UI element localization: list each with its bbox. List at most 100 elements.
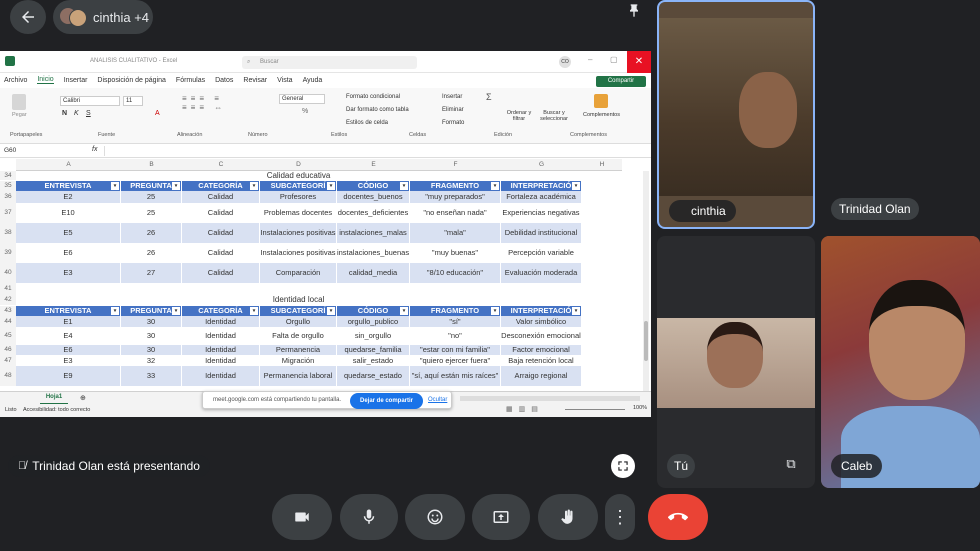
pin-button[interactable] [622,0,646,22]
addins-button[interactable]: Complementos [583,112,620,118]
table-cell[interactable]: quedarse_familia [337,345,409,355]
table-cell[interactable]: instalaciones_malas [337,223,409,243]
table-cell[interactable]: Arraigo regional [501,366,581,386]
row-number[interactable]: 44 [0,316,16,327]
autosum-icon[interactable]: Σ [486,92,492,102]
row-number[interactable]: 41 [0,283,16,294]
table-header-cell[interactable]: CÓDIGO ▾ [337,306,409,316]
camera-button[interactable] [272,494,332,540]
participants-chip[interactable]: cinthia +4 [53,0,153,34]
table-cell[interactable]: "muy preparados" [410,191,500,203]
table-cell[interactable]: E6 [16,345,120,355]
table-cell[interactable]: Orgullo [260,316,336,327]
column-header[interactable]: D [260,159,337,171]
menu-3[interactable]: Insertar [64,77,88,84]
filter-dropdown-icon[interactable]: ▾ [250,307,258,315]
zoom-slider[interactable] [565,409,625,410]
column-header[interactable]: F [410,159,501,171]
delete-cells-button[interactable]: Eliminar [442,107,464,113]
row-number[interactable]: 42 [0,294,16,305]
column-header[interactable]: B [121,159,182,171]
table-cell[interactable]: E5 [16,223,120,243]
filter-dropdown-icon[interactable]: ▾ [400,182,408,190]
table-cell[interactable]: "8/10 educación" [410,263,500,283]
participant-tile[interactable]: cinthia [657,0,815,229]
table-cell[interactable]: "estar con mi familia" [410,345,500,355]
filter-dropdown-icon[interactable]: ▾ [250,182,258,190]
row-number[interactable]: 34 [0,171,16,180]
table-cell[interactable]: docentes_deficientes [337,203,409,223]
align-icons[interactable]: ≡≡≡ ≡ ≡≡≡ ⇔ [182,94,262,124]
table-cell[interactable]: Falta de orgullo [260,327,336,345]
table-cell[interactable]: 30 [121,316,181,327]
table-cell[interactable]: E3 [16,355,120,366]
row-number[interactable]: 40 [0,263,16,283]
row-number[interactable]: 47 [0,355,16,366]
fullscreen-button[interactable] [611,454,635,478]
table-cell[interactable]: 30 [121,345,181,355]
italic-button[interactable]: K [74,110,79,117]
formula-input[interactable] [104,146,644,156]
table-cell[interactable]: "no enseñan nada" [410,203,500,223]
user-avatar[interactable]: CO [559,56,571,68]
menu-1[interactable]: Archivo [4,77,27,84]
row-number[interactable]: 43 [0,306,16,316]
table-cell[interactable]: Instalaciones positivas [260,223,336,243]
table-cell[interactable]: Problemas docentes [260,203,336,223]
filter-dropdown-icon[interactable]: ▾ [572,182,580,190]
table-cell[interactable]: Migración [260,355,336,366]
table-cell[interactable]: Calidad [182,203,259,223]
row-number[interactable]: 45 [0,327,16,345]
table-cell[interactable]: 27 [121,263,181,283]
menu-6[interactable]: Datos [215,77,233,84]
table-cell[interactable]: Identidad [182,345,259,355]
maximize-icon[interactable]: ▢ [610,55,618,64]
font-size-select[interactable]: 11 [123,96,143,106]
number-format-select[interactable]: General [279,94,325,104]
table-cell[interactable]: "muy buenas" [410,243,500,263]
filter-dropdown-icon[interactable]: ▾ [327,307,335,315]
table-header-cell[interactable]: CATEGORÍA ▾ [182,181,259,191]
table-cell[interactable]: Permanencia laboral [260,366,336,386]
sheet-tab[interactable]: Hoja1 [40,394,68,404]
table-cell[interactable]: Baja retención local [501,355,581,366]
table-cell[interactable]: Identidad [182,316,259,327]
filter-dropdown-icon[interactable]: ▾ [111,182,119,190]
table-header-cell[interactable]: PREGUNTA ▾ [121,181,181,191]
table-cell[interactable]: E2 [16,191,120,203]
microphone-button[interactable] [340,494,398,540]
table-header-cell[interactable]: CÓDIGO ▾ [337,181,409,191]
table-cell[interactable]: "sí" [410,316,500,327]
table-cell[interactable]: 33 [121,366,181,386]
table-cell[interactable]: E9 [16,366,120,386]
table-header-cell[interactable]: FRAGMENTO ▾ [410,306,500,316]
row-number[interactable]: 48 [0,366,16,386]
table-cell[interactable]: Valor simbólico [501,316,581,327]
table-cell[interactable]: 26 [121,243,181,263]
table-cell[interactable]: 30 [121,327,181,345]
filter-dropdown-icon[interactable]: ▾ [491,182,499,190]
minimize-icon[interactable]: – [588,55,592,64]
table-cell[interactable]: E6 [16,243,120,263]
back-button[interactable] [10,0,46,34]
format-as-table-button[interactable]: Dar formato como tabla [346,107,409,113]
menu-5[interactable]: Fórmulas [176,77,205,84]
share-button[interactable]: Compartir [596,76,646,87]
filter-dropdown-icon[interactable]: ▾ [327,182,335,190]
font-color-icon[interactable]: A [155,110,160,117]
sort-filter-button[interactable]: Ordenar y filtrar [506,110,532,122]
table-cell[interactable]: Calidad [182,263,259,283]
effects-button[interactable]: ⧉ [781,456,801,476]
column-header[interactable]: H [582,159,622,171]
table-cell[interactable]: Factor emocional [501,345,581,355]
participant-tile[interactable]: Caleb [821,236,980,488]
table-cell[interactable]: E3 [16,263,120,283]
table-cell[interactable]: Permanencia [260,345,336,355]
menu-4[interactable]: Disposición de página [97,77,166,84]
table-cell[interactable]: docentes_buenos [337,191,409,203]
menu-7[interactable]: Revisar [243,77,267,84]
leave-call-button[interactable] [648,494,708,540]
column-header[interactable]: E [337,159,410,171]
filter-dropdown-icon[interactable]: ▾ [491,307,499,315]
table-cell[interactable]: 26 [121,223,181,243]
